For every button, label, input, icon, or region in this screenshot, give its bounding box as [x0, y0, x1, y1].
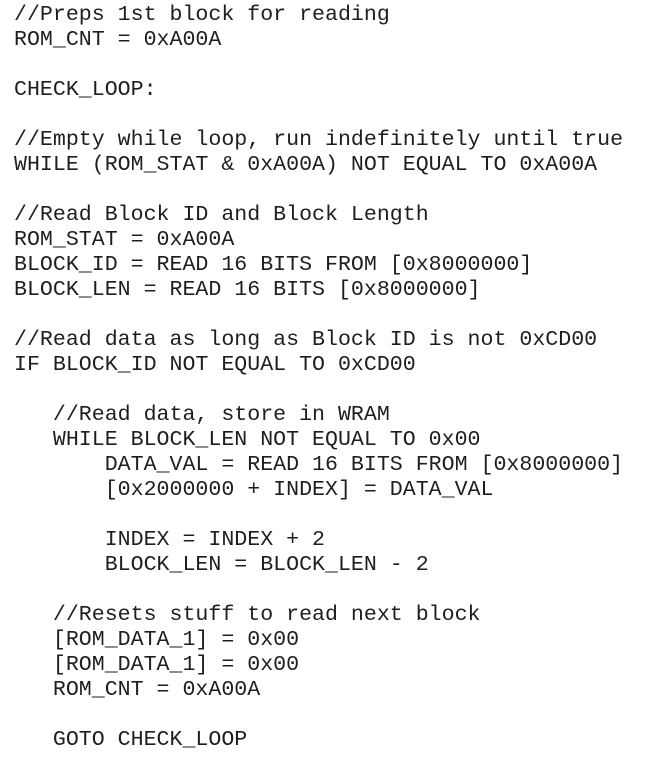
code-line: GOTO CHECK_LOOP [14, 728, 248, 752]
code-line: //Read Block ID and Block Length [14, 203, 429, 227]
code-line: //Read data as long as Block ID is not 0… [14, 328, 598, 352]
code-line: BLOCK_LEN = READ 16 BITS [0x8000000] [14, 278, 481, 302]
code-line: [ROM_DATA_1] = 0x00 [14, 653, 300, 677]
code-line: [0x2000000 + INDEX] = DATA_VAL [14, 478, 494, 502]
code-line: ROM_CNT = 0xA00A [14, 678, 261, 702]
code-line: INDEX = INDEX + 2 [14, 528, 326, 552]
code-line: //Empty while loop, run indefinitely unt… [14, 128, 624, 152]
code-line: CHECK_LOOP: [14, 78, 157, 102]
code-line: [ROM_DATA_1] = 0x00 [14, 628, 300, 652]
code-line: IF BLOCK_ID NOT EQUAL TO 0xCD00 [14, 353, 416, 377]
code-line: //Read data, store in WRAM [14, 403, 390, 427]
code-line: //Resets stuff to read next block [14, 603, 481, 627]
code-listing: //Preps 1st block for reading ROM_CNT = … [0, 0, 657, 760]
code-line: WHILE BLOCK_LEN NOT EQUAL TO 0x00 [14, 428, 481, 452]
code-line: BLOCK_LEN = BLOCK_LEN - 2 [14, 553, 429, 577]
code-line: BLOCK_ID = READ 16 BITS FROM [0x8000000] [14, 253, 533, 277]
code-line: DATA_VAL = READ 16 BITS FROM [0x8000000] [14, 453, 624, 477]
code-line: ROM_CNT = 0xA00A [14, 28, 222, 52]
code-line: ROM_STAT = 0xA00A [14, 228, 235, 252]
code-line: //Preps 1st block for reading [14, 3, 390, 27]
code-line: WHILE (ROM_STAT & 0xA00A) NOT EQUAL TO 0… [14, 153, 598, 177]
